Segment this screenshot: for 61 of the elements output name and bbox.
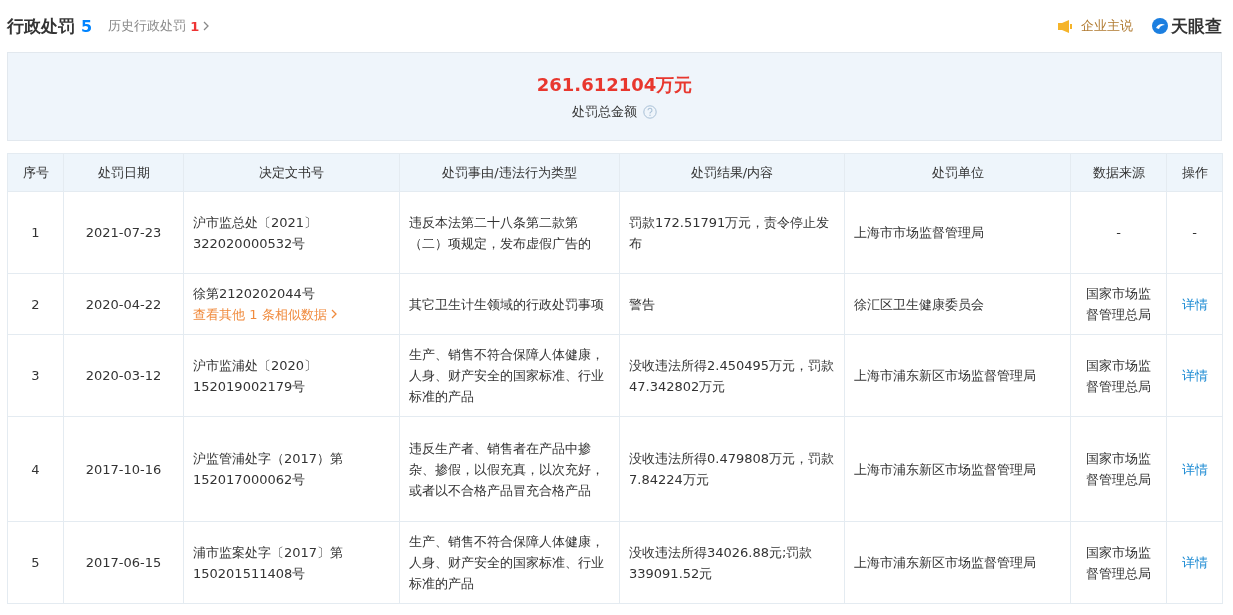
details-link[interactable]: 详情	[1181, 461, 1208, 477]
table-cell: -	[1070, 191, 1167, 274]
table-cell: 罚款172.51791万元，责令停止发布	[619, 191, 845, 274]
table-cell: 国家市场监督管理总局	[1070, 521, 1167, 604]
table-cell: 2	[7, 273, 64, 335]
section-title: 行政处罚	[7, 14, 75, 38]
table-cell: 浦市监案处字〔2017〕第150201511408号	[183, 521, 400, 604]
table-cell: 沪市监浦处〔2020〕152019002179号	[183, 334, 400, 417]
chevron-right-icon	[330, 309, 337, 319]
table-cell: 上海市浦东新区市场监督管理局	[844, 521, 1071, 604]
table-cell: 上海市市场监督管理局	[844, 191, 1071, 274]
brand-logo-text: 天眼查	[1171, 14, 1222, 38]
chevron-right-icon	[203, 21, 210, 31]
table-cell: 3	[7, 334, 64, 417]
document-number: 徐第2120202044号	[193, 286, 315, 301]
column-header: 处罚日期	[63, 153, 184, 192]
details-link[interactable]: 详情	[1181, 555, 1208, 570]
table-cell: 生产、销售不符合保障人体健康，人身、财产安全的国家标准、行业标准的产品	[399, 521, 620, 604]
table-cell: 没收违法所得2.450495万元，罚款47.342802万元	[619, 334, 845, 417]
column-header: 数据来源	[1070, 153, 1167, 192]
table-cell: 生产、销售不符合保障人体健康，人身、财产安全的国家标准、行业标准的产品	[399, 334, 620, 417]
similar-data-link[interactable]: 查看其他 1 条相似数据	[193, 304, 390, 325]
record-count: 5	[81, 16, 93, 36]
help-icon[interactable]	[643, 104, 657, 119]
table-cell: 沪市监总处〔2021〕322020000532号	[183, 191, 400, 274]
table-cell: 国家市场监督管理总局	[1070, 416, 1167, 522]
table-cell: -	[1166, 191, 1223, 274]
table-cell: 5	[7, 521, 64, 604]
table-cell: 1	[7, 191, 64, 274]
total-amount: 261.612104万元	[536, 72, 693, 97]
table-cell: 2020-04-22	[63, 273, 184, 335]
announce-link[interactable]: 企业主说	[1057, 17, 1133, 35]
table-cell: 2017-10-16	[63, 416, 184, 522]
column-header: 操作	[1166, 153, 1223, 192]
megaphone-icon	[1057, 18, 1073, 34]
table-cell: 4	[7, 416, 64, 522]
table-cell: 沪监管浦处字（2017）第152017000062号	[183, 416, 400, 522]
history-link[interactable]: 历史行政处罚 1	[108, 17, 210, 35]
table-cell: 国家市场监督管理总局	[1070, 273, 1167, 335]
table-cell: 其它卫生计生领域的行政处罚事项	[399, 273, 620, 335]
table-cell: 没收违法所得34026.88元;罚款339091.52元	[619, 521, 845, 604]
table-cell: 没收违法所得0.479808万元，罚款7.84224万元	[619, 416, 845, 522]
table-cell: 上海市浦东新区市场监督管理局	[844, 416, 1071, 522]
column-header: 序号	[7, 153, 64, 192]
column-header: 处罚单位	[844, 153, 1071, 192]
table-cell: 2021-07-23	[63, 191, 184, 274]
table-cell: 违反生产者、销售者在产品中掺杂、掺假，以假充真，以次充好，或者以不合格产品冒充合格产品	[399, 416, 620, 522]
table-cell: 2017-06-15	[63, 521, 184, 604]
table-cell: 违反本法第二十八条第二款第（二）项规定，发布虚假广告的	[399, 191, 620, 274]
table-cell: 国家市场监督管理总局	[1070, 334, 1167, 417]
table-cell: 警告	[619, 273, 845, 335]
total-label: 处罚总金额	[572, 102, 637, 121]
column-header: 处罚事由/违法行为类型	[399, 153, 620, 192]
column-header: 决定文书号	[183, 153, 400, 192]
table-cell: 2020-03-12	[63, 334, 184, 417]
details-link[interactable]: 详情	[1181, 368, 1208, 383]
eye-logo-icon	[1151, 17, 1169, 35]
details-link[interactable]: 详情	[1181, 296, 1208, 312]
table-cell: 上海市浦东新区市场监督管理局	[844, 334, 1071, 417]
column-header: 处罚结果/内容	[619, 153, 845, 192]
table-cell: 徐汇区卫生健康委员会	[844, 273, 1071, 335]
